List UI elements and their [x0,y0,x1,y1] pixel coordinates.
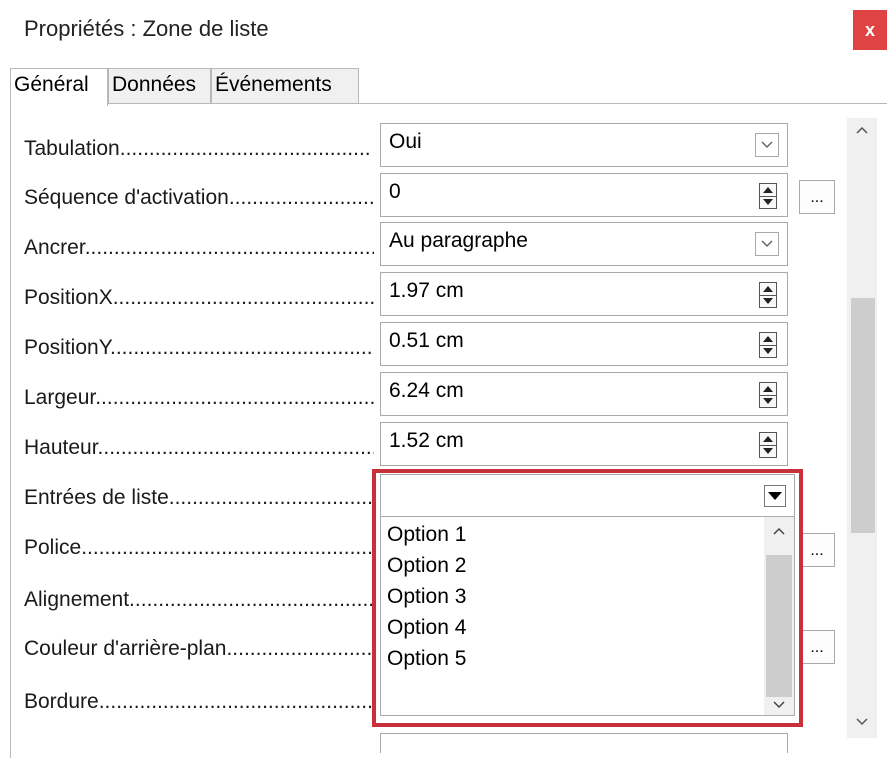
label-couleur-arriere-plan: Couleur d'arrière-plan..................… [24,637,374,660]
list-scroll-thumb[interactable] [766,555,792,697]
label-positionx: PositionX...............................… [24,286,374,309]
close-button[interactable]: x [853,10,887,50]
chevron-down-icon[interactable] [772,697,786,714]
positionx-value: 1.97 cm [389,279,464,302]
spin-buttons-icon[interactable] [759,183,777,209]
bordure-field[interactable] [380,733,788,753]
label-sequence-activation: Séquence d'activation...................… [24,186,374,209]
ancrer-value: Au paragraphe [389,229,528,252]
list-item[interactable]: Option 2 [387,554,466,578]
label-positiony: PositionY...............................… [24,336,374,359]
police-dots-button[interactable]: ... [799,533,835,567]
hauteur-spin[interactable]: 1.52 cm [380,422,788,466]
label-largeur: Largeur.................................… [24,386,374,409]
label-alignement: Alignement..............................… [24,588,374,611]
list-entries-popup[interactable]: Option 1 Option 2 Option 3 Option 4 Opti… [380,516,795,716]
sequence-activation-value: 0 [389,180,401,203]
entrees-de-liste-dropdown[interactable] [380,474,795,518]
spin-buttons-icon[interactable] [759,332,777,358]
panel-scrollbar[interactable] [847,118,877,738]
largeur-value: 6.24 cm [389,379,464,402]
spin-buttons-icon[interactable] [759,432,777,458]
tab-evenements[interactable]: Événements [211,68,359,104]
label-police: Police..................................… [24,536,374,559]
tab-donnees[interactable]: Données [108,68,211,104]
list-item[interactable]: Option 3 [387,585,466,609]
ancrer-dropdown[interactable]: Au paragraphe [380,222,788,266]
panel-scroll-thumb[interactable] [851,298,875,533]
largeur-spin[interactable]: 6.24 cm [380,372,788,416]
tabulation-value: Oui [389,130,422,153]
label-bordure: Bordure.................................… [24,690,374,713]
spin-buttons-icon[interactable] [759,382,777,408]
sequence-activation-dots-button[interactable]: ... [799,180,835,214]
positiony-spin[interactable]: 0.51 cm [380,322,788,366]
label-entrees-de-liste: Entrées de liste........................… [24,486,374,509]
list-item[interactable]: Option 1 [387,523,466,547]
positionx-spin[interactable]: 1.97 cm [380,272,788,316]
list-scrollbar[interactable] [764,517,794,715]
chevron-down-icon[interactable] [755,232,779,256]
chevron-down-icon[interactable] [755,133,779,157]
sequence-activation-spin[interactable]: 0 [380,173,788,217]
list-item[interactable]: Option 4 [387,616,466,640]
chevron-down-icon[interactable] [855,714,869,732]
spin-buttons-icon[interactable] [759,282,777,308]
chevron-up-icon[interactable] [772,523,786,540]
label-hauteur: Hauteur.................................… [24,436,374,459]
chevron-up-icon[interactable] [855,122,869,140]
label-ancrer: Ancrer..................................… [24,236,374,259]
couleur-dots-button[interactable]: ... [799,630,835,664]
window-title: Propriétés : Zone de liste [24,16,269,41]
positiony-value: 0.51 cm [389,329,464,352]
tabulation-dropdown[interactable]: Oui [380,123,788,167]
tab-general[interactable]: Général [10,68,108,106]
label-tabulation: Tabulation..............................… [24,137,371,160]
dropdown-arrow-icon[interactable] [764,485,786,507]
tab-strip: Général Données Événements [10,68,887,106]
list-item[interactable]: Option 5 [387,647,466,671]
hauteur-value: 1.52 cm [389,429,464,452]
title-bar: Propriétés : Zone de liste x [0,0,887,58]
